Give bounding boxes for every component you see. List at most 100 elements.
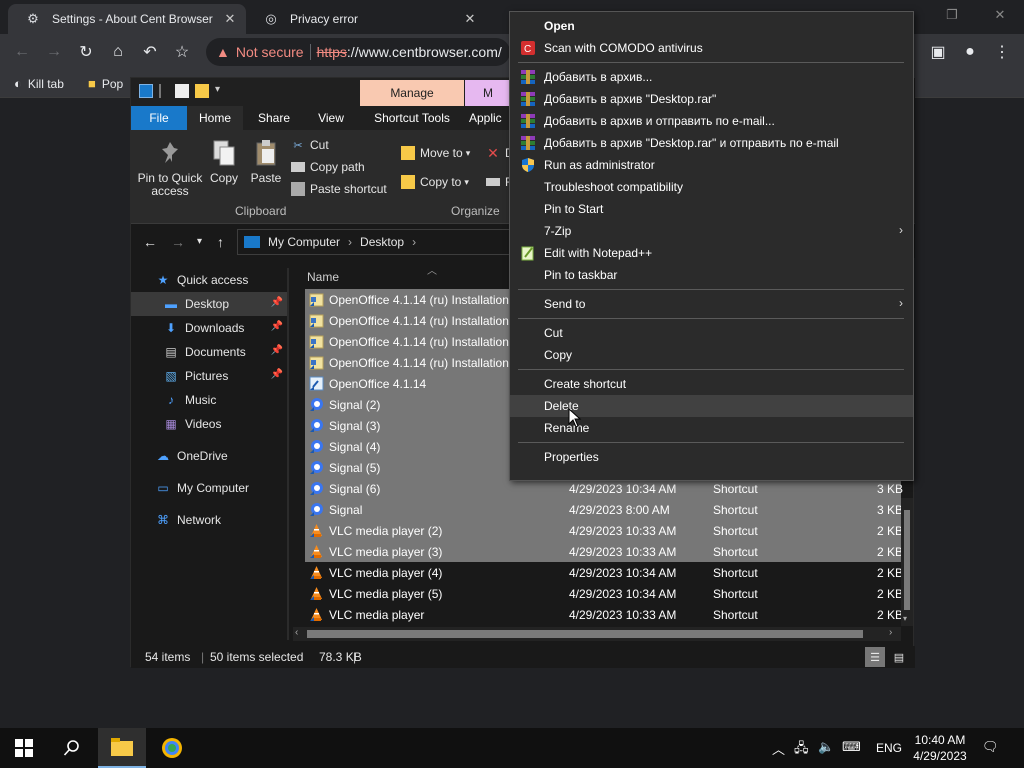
- tab-home[interactable]: Home: [187, 106, 243, 130]
- menu-item-pin-to-start[interactable]: Pin to Start: [510, 198, 913, 220]
- nav-item-onedrive[interactable]: ☁ OneDrive: [131, 444, 287, 468]
- menu-item-open[interactable]: Open: [510, 15, 913, 37]
- paste-button[interactable]: Paste: [249, 138, 283, 185]
- show-hidden-icons-icon[interactable]: ︿: [772, 739, 785, 758]
- undo-close-icon[interactable]: ↶: [138, 40, 162, 64]
- scroll-left-icon[interactable]: ‹: [295, 627, 298, 638]
- menu-item-copy[interactable]: Copy: [510, 344, 913, 366]
- file-row[interactable]: Signal (6) 4/29/2023 10:34 AM Shortcut 3 KB: [305, 478, 903, 499]
- scroll-thumb[interactable]: [904, 510, 910, 610]
- address-bar[interactable]: ▲ Not secure https ://www.centbrowser.co…: [206, 38, 510, 66]
- reload-icon[interactable]: ↻: [74, 40, 98, 64]
- copy-path-button[interactable]: Copy path: [291, 160, 365, 174]
- menu-item-run-as-administrator[interactable]: Run as administrator: [510, 154, 913, 176]
- system-clock[interactable]: 10:40 AM 4/29/2023: [908, 732, 972, 764]
- bookmark-kill-tab[interactable]: ◐ Kill tab: [14, 76, 64, 91]
- menu-item-добавить-в-архив-desktop-rar-и-отправить-по-e-mail[interactable]: Добавить в архив "Desktop.rar" и отправи…: [510, 132, 913, 154]
- menu-item-pin-to-taskbar[interactable]: Pin to taskbar: [510, 264, 913, 286]
- notifications-icon[interactable]: 🗨: [982, 739, 999, 755]
- network-icon[interactable]: 🖧: [794, 739, 809, 761]
- large-icons-view-icon[interactable]: ▤: [889, 647, 909, 667]
- search-button[interactable]: [48, 728, 96, 768]
- home-icon[interactable]: ⌂: [106, 40, 130, 64]
- pin-icon[interactable]: 📌: [271, 345, 283, 356]
- tab-file[interactable]: File: [131, 106, 187, 130]
- back-icon[interactable]: ←: [10, 40, 34, 64]
- pin-icon[interactable]: 📌: [271, 321, 283, 332]
- tab-shortcut-tools[interactable]: Shortcut Tools: [360, 106, 464, 130]
- recent-locations-icon[interactable]: ▾: [197, 236, 202, 247]
- nav-item-music[interactable]: ♪ Music: [131, 388, 287, 412]
- file-row[interactable]: VLC media player (5) 4/29/2023 10:34 AM Sh…: [305, 583, 903, 604]
- menu-item-properties[interactable]: Properties: [510, 446, 913, 468]
- cut-button[interactable]: ✂ Cut: [291, 138, 328, 152]
- tab-application[interactable]: Applic: [469, 106, 511, 130]
- keyboard-icon[interactable]: ⌨: [842, 739, 861, 755]
- nav-item-pictures[interactable]: ▧ Pictures 📌: [131, 364, 287, 388]
- copy-button[interactable]: Copy: [207, 138, 241, 185]
- file-list-vertical-scrollbar[interactable]: ▾: [901, 498, 913, 626]
- move-to-button[interactable]: Move to ▾: [401, 146, 470, 160]
- breadcrumb-desktop[interactable]: Desktop: [360, 235, 404, 249]
- menu-icon[interactable]: ⋮: [990, 40, 1014, 64]
- menu-item-troubleshoot-compatibility[interactable]: Troubleshoot compatibility: [510, 176, 913, 198]
- file-row[interactable]: VLC media player 4/29/2023 10:33 AM Shortc…: [305, 604, 903, 625]
- customize-qat-icon[interactable]: ▾: [215, 84, 229, 98]
- nav-item-desktop[interactable]: ▬ Desktop 📌: [131, 292, 287, 316]
- restore-icon[interactable]: ❐: [930, 4, 974, 26]
- scroll-right-icon[interactable]: ›: [889, 627, 892, 638]
- tab-settings[interactable]: ⚙ Settings - About Cent Browser ✕: [8, 4, 246, 34]
- nav-item-downloads[interactable]: ⬇ Downloads 📌: [131, 316, 287, 340]
- pin-quick-access-button[interactable]: Pin to Quick access: [137, 138, 203, 198]
- close-tab-icon[interactable]: ✕: [462, 11, 478, 27]
- pin-icon[interactable]: 📌: [271, 369, 283, 380]
- forward-arrow-icon[interactable]: →: [171, 234, 185, 250]
- menu-item-7-zip[interactable]: 7-Zip ›: [510, 220, 913, 242]
- menu-item-добавить-в-архив[interactable]: Добавить в архив...: [510, 66, 913, 88]
- new-folder-icon[interactable]: [195, 84, 209, 98]
- bookmark-folder[interactable]: ■ Pop: [88, 76, 123, 91]
- menu-item-cut[interactable]: Cut: [510, 322, 913, 344]
- breadcrumb-my-computer[interactable]: My Computer: [268, 235, 340, 249]
- profile-icon[interactable]: ●: [958, 40, 982, 64]
- column-name[interactable]: Name: [307, 270, 339, 284]
- file-row[interactable]: VLC media player (3) 4/29/2023 10:33 AM Sh…: [305, 541, 903, 562]
- nav-item-my-computer[interactable]: ▭ My Computer: [131, 476, 287, 500]
- menu-item-добавить-в-архив-и-отправить-по-e-mail[interactable]: Добавить в архив и отправить по e-mail..…: [510, 110, 913, 132]
- volume-icon[interactable]: 🔈: [818, 739, 834, 755]
- details-view-icon[interactable]: ☰: [865, 647, 885, 667]
- start-button[interactable]: [0, 728, 48, 768]
- close-tab-icon[interactable]: ✕: [222, 11, 238, 27]
- tab-privacy-error[interactable]: ◎ Privacy error ✕: [246, 4, 486, 34]
- forward-icon[interactable]: →: [42, 40, 66, 64]
- file-list-horizontal-scrollbar[interactable]: ‹ ›: [293, 627, 901, 641]
- nav-item-documents[interactable]: ▤ Documents 📌: [131, 340, 287, 364]
- scroll-thumb[interactable]: [307, 630, 863, 638]
- nav-item-videos[interactable]: ▦ Videos: [131, 412, 287, 436]
- language-indicator[interactable]: ENG: [876, 741, 902, 755]
- nav-pane-scrollbar[interactable]: [287, 268, 289, 640]
- file-row[interactable]: VLC media player (2) 4/29/2023 10:33 AM Sh…: [305, 520, 903, 541]
- paste-shortcut-button[interactable]: Paste shortcut: [291, 182, 387, 196]
- file-row[interactable]: VLC media player (4) 4/29/2023 10:34 AM Sh…: [305, 562, 903, 583]
- file-row[interactable]: Signal 4/29/2023 8:00 AM Shortcut 3 KB: [305, 499, 903, 520]
- scroll-down-icon[interactable]: ▾: [903, 614, 907, 623]
- menu-item-scan-with-comodo-antivirus[interactable]: C Scan with COMODO antivirus: [510, 37, 913, 59]
- nav-item-quick-access[interactable]: ★ Quick access: [131, 268, 287, 292]
- sidebar-icon[interactable]: ▣: [926, 40, 950, 64]
- menu-item-добавить-в-архив-desktop-rar[interactable]: Добавить в архив "Desktop.rar": [510, 88, 913, 110]
- nav-item-network[interactable]: ⌘ Network: [131, 508, 287, 532]
- pin-icon[interactable]: 📌: [271, 297, 283, 308]
- menu-item-edit-with-notepad[interactable]: Edit with Notepad++: [510, 242, 913, 264]
- bookmark-star-icon[interactable]: ☆: [170, 40, 194, 64]
- close-window-icon[interactable]: ✕: [978, 4, 1022, 26]
- menu-item-send-to[interactable]: Send to ›: [510, 293, 913, 315]
- not-secure-label[interactable]: Not secure: [236, 44, 304, 60]
- back-arrow-icon[interactable]: ←: [143, 234, 157, 250]
- explorer-address-field[interactable]: My Computer › Desktop › ▾: [237, 229, 527, 255]
- taskbar-file-explorer[interactable]: [98, 728, 146, 768]
- taskbar-cent-browser[interactable]: [148, 728, 196, 768]
- menu-item-create-shortcut[interactable]: Create shortcut: [510, 373, 913, 395]
- copy-to-button[interactable]: Copy to ▾: [401, 175, 469, 189]
- tab-share[interactable]: Share: [243, 106, 305, 130]
